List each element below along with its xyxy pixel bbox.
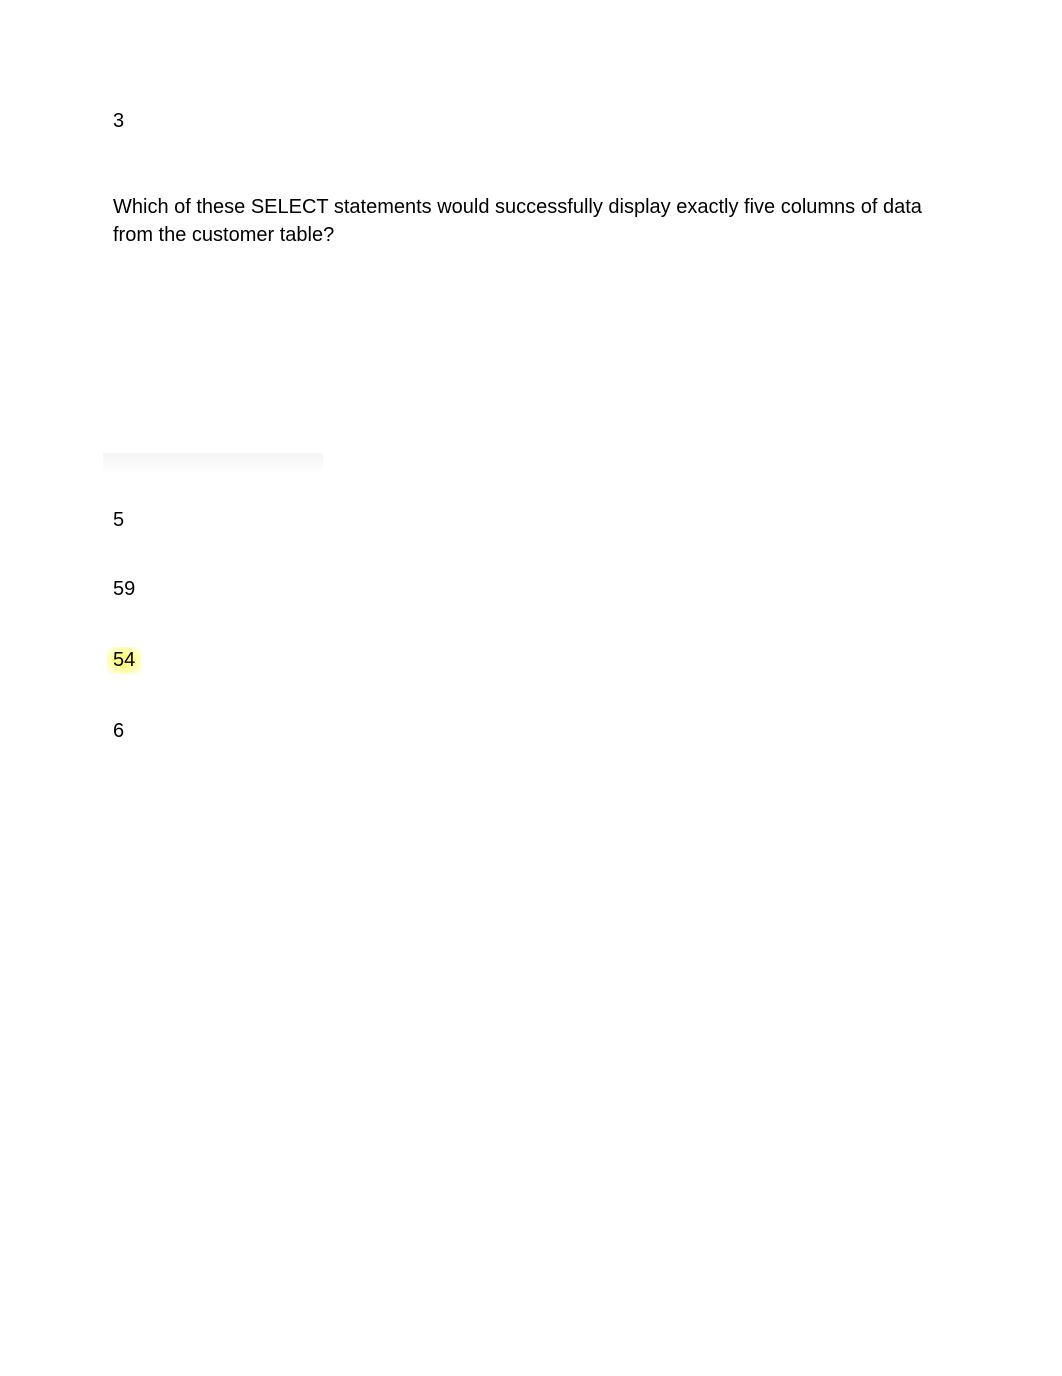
document-content: 3 Which of these SELECT statements would… (0, 0, 1062, 789)
answer-value: 59 (113, 578, 135, 600)
answer-block: 5 59 54 6 (113, 509, 962, 789)
answer-item-highlighted: 54 (107, 647, 141, 674)
answer-item: 6 (113, 720, 124, 743)
answer-item: 59 (113, 578, 135, 601)
separator-shadow (103, 453, 323, 473)
question-text: Which of these SELECT statements would s… (113, 193, 962, 249)
answer-value: 54 (113, 649, 135, 671)
answer-item: 5 (113, 509, 124, 532)
question-number: 3 (113, 110, 962, 133)
answer-value: 5 (113, 509, 124, 531)
answer-value: 6 (113, 720, 124, 742)
